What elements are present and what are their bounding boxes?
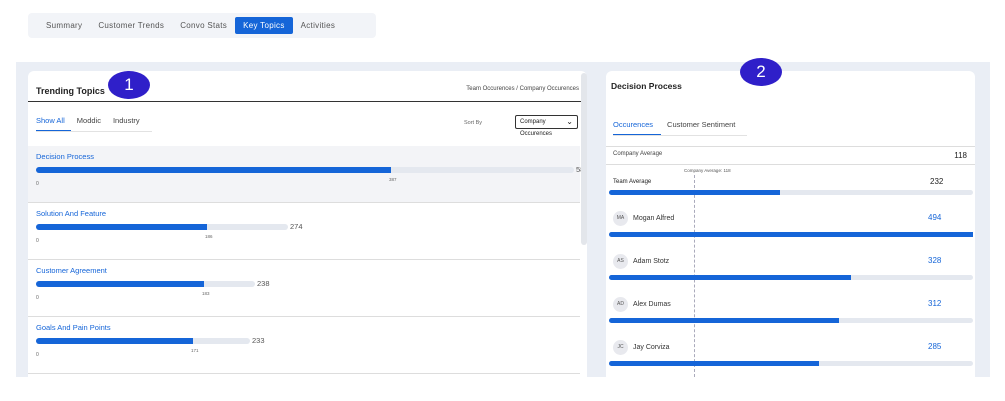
- divider: [606, 164, 975, 165]
- company-occurrence-bar: [36, 167, 574, 173]
- topic-name[interactable]: Goals And Pain Points: [36, 323, 111, 332]
- sort-by-value: Company Occurences: [520, 119, 553, 137]
- axis-zero-label: 0: [36, 238, 39, 244]
- topic-filter-tabs: Show All Moddic Industry: [36, 116, 152, 132]
- team-average-value: 232: [930, 177, 944, 186]
- trending-topics-title: Trending Topics: [36, 86, 105, 96]
- rep-name: Adam Stotz: [633, 258, 670, 265]
- rep-occurrence-bar: [609, 275, 973, 280]
- company-occurrence-value: 238: [257, 279, 270, 288]
- team-average-label: Team Average: [613, 179, 652, 185]
- tab-key-topics[interactable]: Key Topics: [235, 17, 293, 34]
- rep-occurrence-bar-fill: [609, 275, 851, 280]
- axis-zero-label: 0: [36, 181, 39, 187]
- tab-convo-stats[interactable]: Convo Stats: [172, 17, 235, 34]
- company-average-value: 118: [954, 151, 967, 160]
- divider: [606, 146, 975, 147]
- topic-row[interactable]: Goals And Pain Points 233 0 171: [28, 317, 580, 374]
- topic-name[interactable]: Decision Process: [36, 152, 94, 161]
- callout-badge-1: 1: [108, 71, 150, 99]
- rep-occurrence-bar-fill: [609, 361, 819, 366]
- rep-occurrence-bar: [609, 318, 973, 323]
- topic-row[interactable]: Customer Agreement 238 0 183: [28, 260, 580, 317]
- team-occurrence-bar-fill: [36, 224, 207, 230]
- company-average-marker-label: Company Average: 118: [684, 168, 731, 173]
- avatar: AD: [613, 297, 628, 312]
- company-average-label: Company Average: [613, 151, 663, 157]
- rep-name: Alex Dumas: [633, 301, 671, 308]
- team-occurrence-value: 183: [202, 291, 210, 296]
- rep-occurrence-value: 285: [928, 342, 942, 351]
- decision-tab-occurences[interactable]: Occurences: [613, 120, 662, 135]
- rep-occurrence-value: 494: [928, 213, 942, 222]
- filter-tab-industry[interactable]: Industry: [113, 116, 146, 131]
- rep-occurrence-bar-fill: [609, 232, 973, 237]
- rep-row[interactable]: AD Alex Dumas 312: [606, 297, 975, 340]
- rep-name: Mogan Alfred: [633, 215, 675, 222]
- topic-row[interactable]: Decision Process5860387: [28, 146, 587, 203]
- team-average-bar: [609, 190, 973, 195]
- company-occurrence-bar: [36, 224, 288, 230]
- sort-by-select[interactable]: Company Occurences ⌄: [515, 115, 578, 137]
- axis-zero-label: 0: [36, 295, 39, 301]
- team-occurrence-bar-fill: [36, 167, 391, 173]
- team-occurrence-value: 387: [389, 177, 397, 182]
- company-occurrence-value: 233: [252, 336, 265, 345]
- tab-customer-trends[interactable]: Customer Trends: [90, 17, 172, 34]
- rep-row[interactable]: AS Adam Stotz 328: [606, 254, 975, 297]
- rep-occurrence-bar: [609, 232, 973, 237]
- company-occurrence-bar: [36, 281, 255, 287]
- team-occurrence-bar-fill: [36, 281, 204, 287]
- avatar: AS: [613, 254, 628, 269]
- rep-row[interactable]: MA Mogan Alfred 494: [606, 211, 975, 254]
- topic-list: Decision Process5860387Solution And Feat…: [28, 146, 587, 374]
- rep-occurrence-bar: [609, 361, 973, 366]
- tab-summary[interactable]: Summary: [38, 17, 90, 34]
- callout-badge-2: 2: [740, 58, 782, 86]
- team-average-bar-fill: [609, 190, 780, 195]
- report-tab-bar: Summary Customer Trends Convo Stats Key Top…: [28, 13, 376, 38]
- topic-name[interactable]: Customer Agreement: [36, 266, 107, 275]
- trending-topics-panel: Trending Topics Team Occurences / Compan…: [28, 71, 587, 377]
- decision-process-panel: Decision Process Occurences Customer Sent…: [606, 71, 975, 377]
- decision-tab-customer-sentiment[interactable]: Customer Sentiment: [667, 120, 741, 135]
- topic-row[interactable]: Solution And Feature 274 0 186: [28, 203, 580, 260]
- decision-process-title: Decision Process: [611, 81, 682, 91]
- rep-occurrence-bar-fill: [609, 318, 839, 323]
- topic-name[interactable]: Solution And Feature: [36, 209, 106, 218]
- sort-by-label: Sort By: [464, 120, 483, 126]
- rep-row[interactable]: JC Jay Corviza 285: [606, 340, 975, 377]
- topic-list-scrollbar[interactable]: [581, 73, 587, 245]
- company-occurrence-bar: [36, 338, 250, 344]
- avatar: JC: [613, 340, 628, 355]
- team-occurrence-bar-fill: [36, 338, 193, 344]
- axis-zero-label: 0: [36, 352, 39, 358]
- rep-occurrence-value: 328: [928, 256, 942, 265]
- tab-activities[interactable]: Activities: [293, 17, 344, 34]
- rep-occurrence-value: 312: [928, 299, 942, 308]
- chevron-down-icon: ⌄: [566, 117, 573, 126]
- team-occurrence-value: 186: [205, 234, 213, 239]
- filter-tab-moddic[interactable]: Moddic: [77, 116, 107, 131]
- avatar: MA: [613, 211, 628, 226]
- team-occurrence-value: 171: [191, 348, 199, 353]
- company-occurrence-value: 274: [290, 222, 303, 231]
- occurrence-legend: Team Occurences / Company Occurences: [466, 86, 579, 92]
- filter-tab-show-all[interactable]: Show All: [36, 116, 71, 131]
- decision-tabs: Occurences Customer Sentiment: [613, 120, 748, 136]
- rep-name: Jay Corviza: [633, 344, 670, 351]
